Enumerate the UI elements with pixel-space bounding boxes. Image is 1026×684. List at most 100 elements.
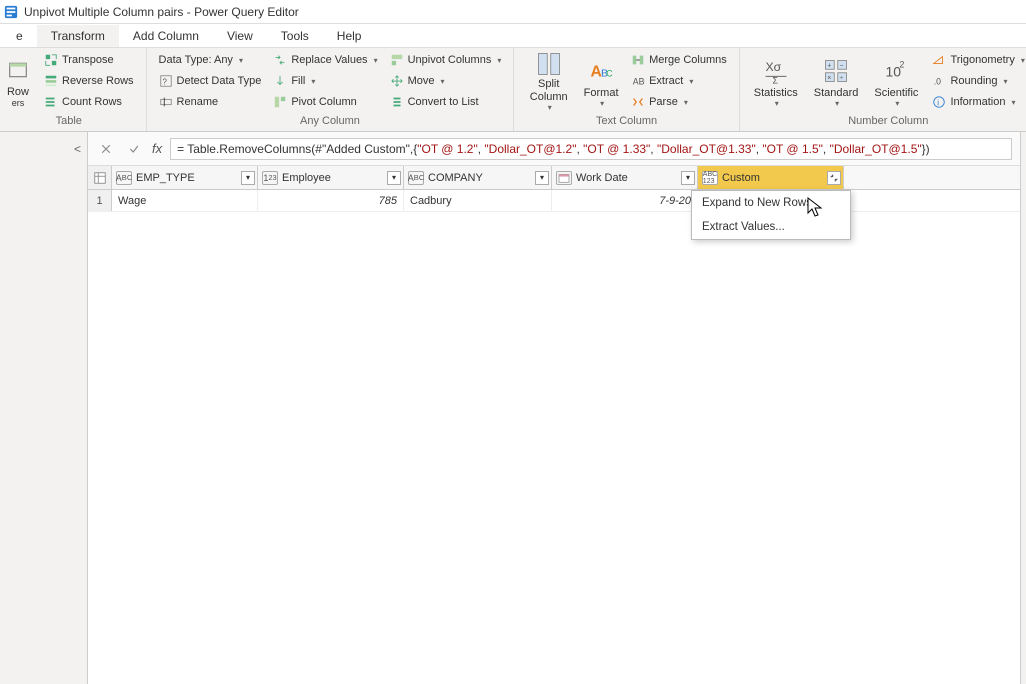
fill-dropdown[interactable]: Fill▾ [269, 71, 381, 91]
menu-item-home-partial[interactable]: e [2, 25, 37, 47]
replace-values-dropdown[interactable]: Replace Values▾ [269, 50, 381, 70]
svg-text:2: 2 [900, 59, 905, 69]
title-bar: Unpivot Multiple Column pairs - Power Qu… [0, 0, 1026, 24]
column-header-employee[interactable]: 123 Employee ▾ [258, 166, 404, 189]
merge-icon [631, 53, 645, 67]
standard-icon: +−×÷ [820, 55, 852, 87]
pivot-column-button[interactable]: Pivot Column [269, 92, 381, 112]
column-header-work-date[interactable]: Work Date ▾ [552, 166, 698, 189]
ribbon-group-any-column: Data Type: Any▾ ? Detect Data Type Renam… [147, 48, 515, 131]
menu-item-help[interactable]: Help [323, 25, 376, 47]
table-row: 1 Wage 785 Cadbury 7-9-20 [88, 190, 1020, 212]
date-type-icon [556, 171, 572, 185]
menu-item-add-column[interactable]: Add Column [119, 25, 213, 47]
expand-queries-chevron-icon[interactable]: < [74, 142, 81, 156]
column-header-emp-type[interactable]: ABC EMP_TYPE ▾ [112, 166, 258, 189]
chevron-down-icon: ▾ [374, 56, 378, 65]
window-title: Unpivot Multiple Column pairs - Power Qu… [24, 5, 299, 19]
group-label-any: Any Column [155, 113, 506, 129]
cell-emp-type[interactable]: Wage [112, 190, 258, 211]
fx-icon[interactable]: fx [152, 141, 162, 156]
menu-item-transform[interactable]: Transform [37, 25, 119, 47]
move-dropdown[interactable]: Move▾ [386, 71, 506, 91]
format-button[interactable]: ABC Format ▾ [579, 50, 623, 112]
trig-icon [932, 53, 946, 67]
count-rows-button[interactable]: Count Rows [40, 92, 138, 112]
format-icon: ABC [585, 55, 617, 87]
extract-icon: ABC [631, 74, 645, 88]
move-icon [390, 74, 404, 88]
chevron-down-icon: ▾ [239, 56, 243, 65]
chevron-down-icon: ▾ [497, 56, 501, 65]
information-dropdown[interactable]: i Information▾ [928, 92, 1026, 112]
svg-text:×: × [827, 74, 831, 81]
chevron-down-icon: ▾ [600, 99, 604, 108]
ribbon-group-number-column: XσΣ Statistics ▾ +−×÷ Standard ▾ 102 Sci… [740, 48, 1026, 131]
queries-panel-collapsed: < [0, 132, 88, 684]
svg-text:ABC: ABC [633, 77, 645, 87]
chevron-down-icon: ▾ [311, 77, 315, 86]
ers-label: ers [12, 98, 25, 108]
detect-data-type-button[interactable]: ? Detect Data Type [155, 71, 266, 91]
use-first-row-partial[interactable]: Row ers [0, 50, 36, 112]
svg-text:÷: ÷ [840, 74, 844, 81]
text-type-icon: ABC [116, 171, 132, 185]
merge-columns-button[interactable]: Merge Columns [627, 50, 731, 70]
expand-column-icon[interactable] [827, 171, 841, 185]
text-type-icon: ABC [408, 171, 424, 185]
rename-button[interactable]: Rename [155, 92, 266, 112]
chevron-down-icon: ▾ [440, 77, 444, 86]
rounding-dropdown[interactable]: .0 Rounding▾ [928, 71, 1026, 91]
extract-values-item[interactable]: Extract Values... [692, 215, 850, 239]
cell-company[interactable]: Cadbury [404, 190, 552, 211]
info-icon: i [932, 95, 946, 109]
formula-cancel-button[interactable] [96, 139, 116, 159]
chevron-down-icon: ▾ [1021, 56, 1025, 65]
scientific-button[interactable]: 102 Scientific ▾ [868, 50, 924, 112]
parse-icon [631, 95, 645, 109]
filter-dropdown-icon[interactable]: ▾ [387, 171, 401, 185]
filter-dropdown-icon[interactable]: ▾ [535, 171, 549, 185]
replace-icon [273, 53, 287, 67]
split-column-button[interactable]: Split Column ▾ [522, 50, 575, 112]
menu-item-view[interactable]: View [213, 25, 267, 47]
convert-to-list-button[interactable]: Convert to List [386, 92, 506, 112]
chevron-down-icon: ▾ [1011, 98, 1015, 107]
svg-text:−: − [840, 62, 844, 69]
app-icon [4, 5, 18, 19]
standard-button[interactable]: +−×÷ Standard ▾ [808, 50, 865, 112]
column-header-custom[interactable]: ABC123 Custom [698, 166, 844, 189]
chevron-down-icon: ▾ [895, 99, 899, 108]
group-label-table: Table [0, 113, 138, 129]
data-type-dropdown[interactable]: Data Type: Any▾ [155, 50, 266, 70]
statistics-button[interactable]: XσΣ Statistics ▾ [748, 50, 804, 112]
menu-item-tools[interactable]: Tools [267, 25, 323, 47]
rename-icon [159, 95, 173, 109]
grid-header-row: ABC EMP_TYPE ▾ 123 Employee ▾ ABC COMPAN… [88, 166, 1020, 190]
chevron-down-icon: ▾ [684, 98, 688, 107]
cell-employee[interactable]: 785 [258, 190, 404, 211]
parse-dropdown[interactable]: Parse▾ [627, 92, 731, 112]
formula-input[interactable]: = Table.RemoveColumns(#"Added Custom",{"… [170, 138, 1012, 160]
extract-dropdown[interactable]: ABC Extract▾ [627, 71, 731, 91]
transpose-button[interactable]: Transpose [40, 50, 138, 70]
chevron-down-icon: ▾ [775, 99, 779, 108]
svg-text:.0: .0 [934, 77, 941, 87]
row-number[interactable]: 1 [88, 190, 112, 211]
reverse-rows-button[interactable]: Reverse Rows [40, 71, 138, 91]
svg-text:?: ? [162, 78, 167, 87]
cell-work-date[interactable]: 7-9-20 [552, 190, 698, 211]
filter-dropdown-icon[interactable]: ▾ [681, 171, 695, 185]
any-type-icon: ABC123 [702, 171, 718, 185]
reverse-rows-icon [44, 74, 58, 88]
rounding-icon: .0 [932, 74, 946, 88]
unpivot-columns-dropdown[interactable]: Unpivot Columns▾ [386, 50, 506, 70]
formula-accept-button[interactable] [124, 139, 144, 159]
column-header-company[interactable]: ABC COMPANY ▾ [404, 166, 552, 189]
expand-to-new-rows-item[interactable]: Expand to New Rows [692, 191, 850, 215]
trigonometry-dropdown[interactable]: Trigonometry▾ [928, 50, 1026, 70]
menu-bar: e Transform Add Column View Tools Help [0, 24, 1026, 48]
split-column-icon [533, 50, 565, 78]
filter-dropdown-icon[interactable]: ▾ [241, 171, 255, 185]
table-icon-cell[interactable] [88, 166, 112, 189]
